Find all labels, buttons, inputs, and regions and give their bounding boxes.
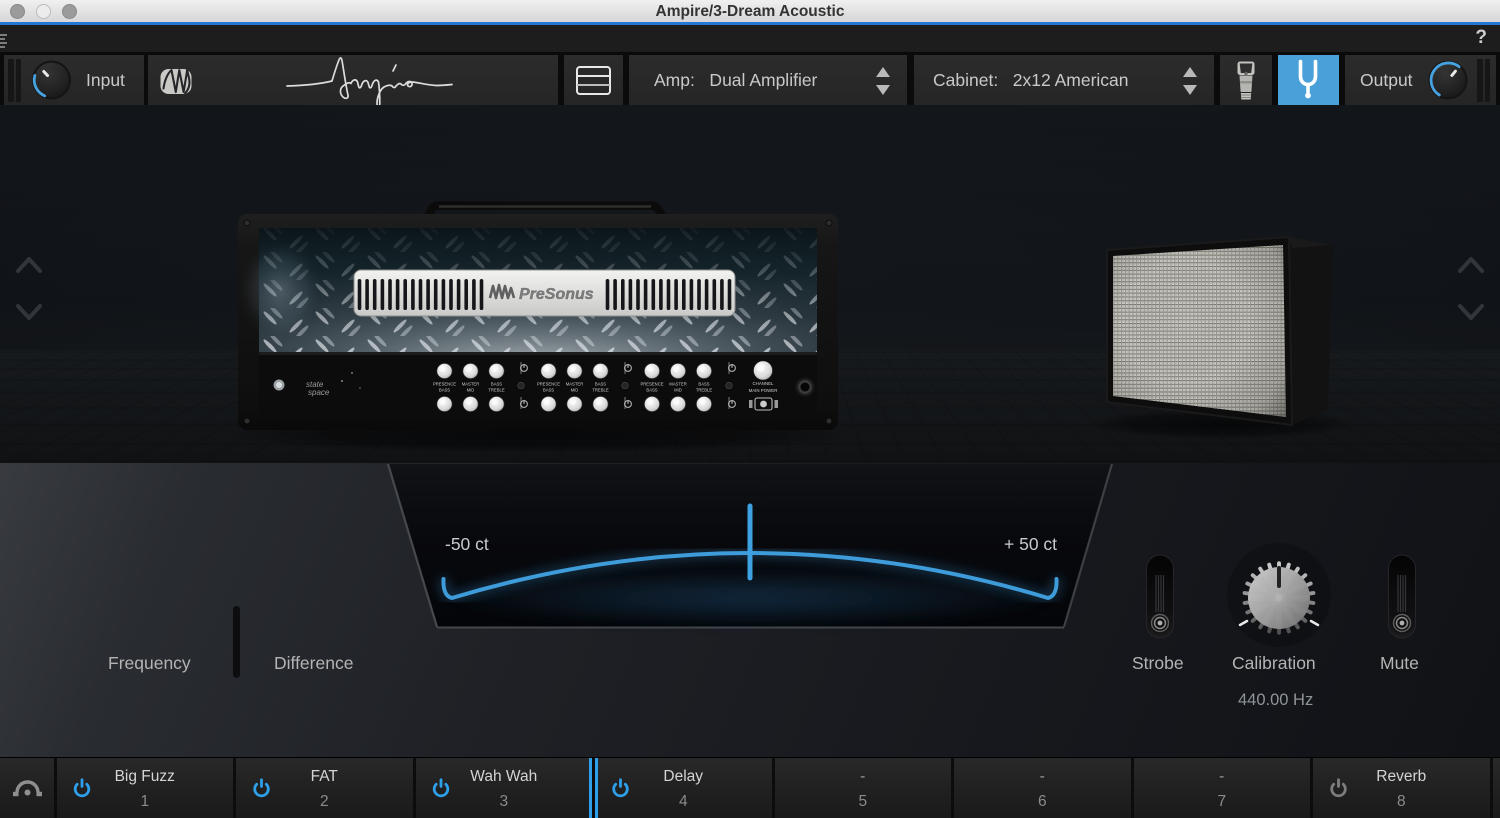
svg-text:MAIN POWER: MAIN POWER	[749, 388, 778, 393]
svg-text:MASTER: MASTER	[669, 382, 686, 387]
svg-text:CHANNEL: CHANNEL	[753, 381, 775, 386]
svg-text:TREBLE: TREBLE	[592, 388, 608, 393]
svg-text:PreSonus: PreSonus	[519, 286, 594, 303]
svg-text:MID: MID	[467, 388, 475, 393]
svg-text:BASS: BASS	[595, 382, 606, 387]
svg-text:MASTER: MASTER	[462, 382, 479, 387]
svg-text:MID: MID	[674, 388, 682, 393]
svg-text:PRESENCE: PRESENCE	[640, 382, 663, 387]
svg-text:TREBLE: TREBLE	[488, 388, 504, 393]
svg-text:BASS: BASS	[491, 382, 502, 387]
svg-text:BASS: BASS	[543, 388, 554, 393]
svg-text:MID: MID	[571, 388, 579, 393]
svg-text:space: space	[308, 388, 330, 397]
svg-text:BASS: BASS	[439, 388, 450, 393]
svg-text:MASTER: MASTER	[566, 382, 583, 387]
svg-text:TREBLE: TREBLE	[696, 388, 712, 393]
svg-text:BASS: BASS	[646, 388, 657, 393]
svg-text:BASS: BASS	[698, 382, 709, 387]
svg-text:PRESENCE: PRESENCE	[433, 382, 456, 387]
svg-text:PRESENCE: PRESENCE	[537, 382, 560, 387]
